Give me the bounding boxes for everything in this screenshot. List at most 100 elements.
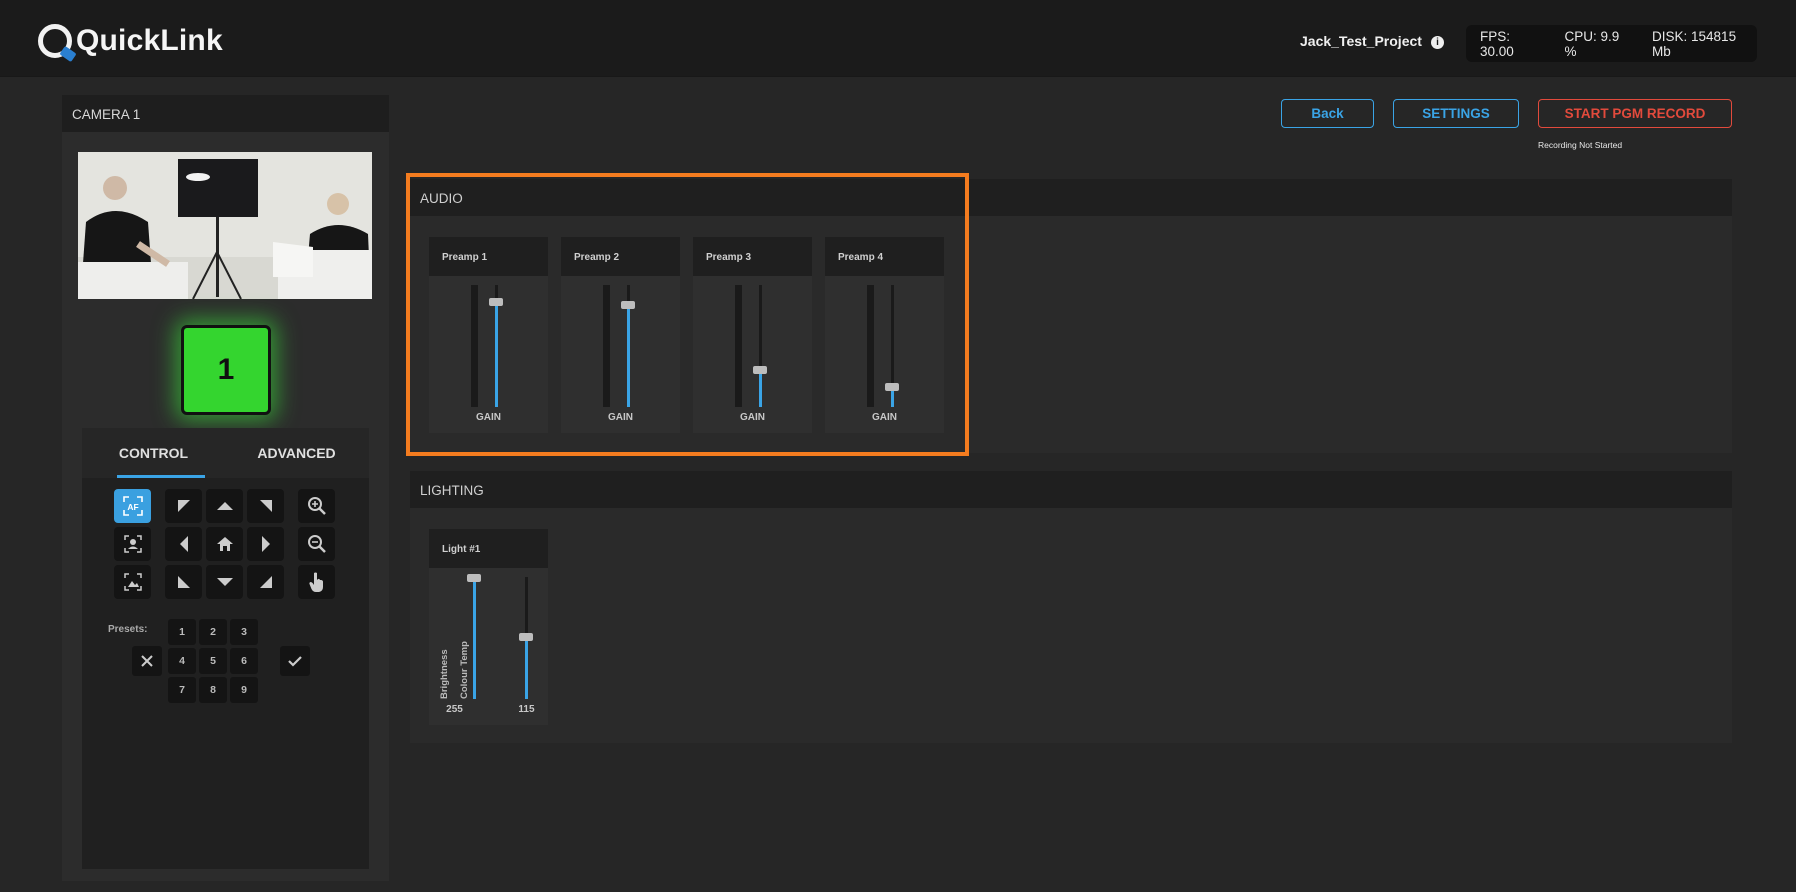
- zoom-in-button[interactable]: [298, 489, 335, 523]
- camera-panel: CAMERA 1 1 CONTROL ADVANCED AF Presets: …: [62, 95, 389, 881]
- checkmark-icon: [288, 656, 302, 667]
- gain-label: GAIN: [476, 412, 501, 423]
- arrow-right-icon: [261, 536, 270, 552]
- camera-preview-image: [78, 152, 372, 299]
- home-icon: [216, 537, 233, 551]
- tilt-down-button[interactable]: [206, 565, 243, 599]
- quicklink-logo: QuickLink: [38, 24, 223, 58]
- hand-pointer-icon: [308, 572, 323, 592]
- preset-7-button[interactable]: 7: [168, 677, 196, 703]
- arrow-down-left-icon: [177, 576, 190, 588]
- audio-channel: Preamp 4 GAIN: [825, 237, 944, 433]
- preset-save-button[interactable]: [280, 646, 310, 676]
- cpu-stat: CPU: 9.9 %: [1564, 28, 1620, 59]
- gain-fill: [627, 305, 630, 407]
- tab-advanced[interactable]: ADVANCED: [225, 428, 368, 478]
- home-position-button[interactable]: [206, 527, 243, 561]
- audio-title: AUDIO: [410, 179, 1732, 216]
- brightness-slider-handle[interactable]: [467, 574, 481, 582]
- preset-clear-button[interactable]: [132, 646, 162, 676]
- light-channel: Light #1 Brightness 255 Colour Temp 115: [429, 529, 548, 725]
- preset-8-button[interactable]: 8: [199, 677, 227, 703]
- preset-6-button[interactable]: 6: [230, 648, 258, 674]
- preset-9-button[interactable]: 9: [230, 677, 258, 703]
- touch-control-button[interactable]: [298, 565, 335, 599]
- preset-1-button[interactable]: 1: [168, 619, 196, 645]
- close-icon: [141, 655, 153, 667]
- level-meter: [735, 285, 742, 407]
- project-name: Jack_Test_Project: [1300, 33, 1422, 49]
- lighting-title: LIGHTING: [410, 471, 1732, 508]
- channel-name: Preamp 3: [693, 237, 812, 276]
- zoom-out-icon: [307, 535, 326, 553]
- af-label: AF: [127, 502, 138, 512]
- record-status: Recording Not Started: [1538, 140, 1623, 150]
- pan-left-button[interactable]: [165, 527, 202, 561]
- arrow-up-right-icon: [259, 500, 272, 512]
- disk-stat: DISK: 154815 Mb: [1652, 28, 1737, 59]
- arrow-up-icon: [216, 502, 233, 510]
- control-tabs: CONTROL ADVANCED: [82, 428, 369, 478]
- audio-section: AUDIO Preamp 1 GAIN Preamp 2 GAIN Preamp…: [410, 179, 1732, 453]
- gain-label: GAIN: [740, 412, 765, 423]
- autofocus-button[interactable]: AF: [114, 489, 151, 523]
- audio-channel: Preamp 3 GAIN: [693, 237, 812, 433]
- colour-temp-value: 115: [518, 704, 535, 715]
- zoom-in-icon: [307, 497, 326, 515]
- level-meter: [603, 285, 610, 407]
- autofocus-icon: AF: [122, 496, 143, 516]
- start-record-button[interactable]: START PGM RECORD: [1538, 99, 1732, 128]
- brightness-label: Brightness: [439, 649, 450, 699]
- gain-fill: [495, 302, 498, 407]
- pan-right-button[interactable]: [247, 527, 284, 561]
- lighting-section: LIGHTING Light #1 Brightness 255 Colour …: [410, 471, 1732, 743]
- gain-slider-handle[interactable]: [885, 383, 899, 391]
- pan-down-left-button[interactable]: [165, 565, 202, 599]
- presets-label: Presets:: [108, 624, 148, 635]
- colour-temp-slider-handle[interactable]: [519, 633, 533, 641]
- top-bar: QuickLink Jack_Test_Project i FPS: 30.00…: [0, 0, 1796, 77]
- tab-control[interactable]: CONTROL: [82, 428, 225, 478]
- active-tab-indicator: [117, 475, 205, 478]
- gain-slider-handle[interactable]: [489, 298, 503, 306]
- light-name: Light #1: [429, 529, 548, 568]
- gain-slider-handle[interactable]: [753, 366, 767, 374]
- brightness-fill: [473, 577, 476, 699]
- gain-fill: [759, 370, 762, 407]
- logo-icon: [38, 24, 72, 58]
- pan-up-right-button[interactable]: [247, 489, 284, 523]
- gain-label: GAIN: [608, 412, 633, 423]
- logo-text: QuickLink: [76, 24, 223, 57]
- preset-5-button[interactable]: 5: [199, 648, 227, 674]
- gain-slider-handle[interactable]: [621, 301, 635, 309]
- info-icon[interactable]: i: [1431, 36, 1444, 49]
- arrow-down-icon: [216, 578, 233, 586]
- settings-button[interactable]: SETTINGS: [1393, 99, 1519, 128]
- colour-temp-label: Colour Temp: [459, 641, 470, 699]
- gain-label: GAIN: [872, 412, 897, 423]
- audio-channel: Preamp 1 GAIN: [429, 237, 548, 433]
- tally-button[interactable]: 1: [181, 325, 271, 415]
- face-focus-icon: [123, 535, 142, 553]
- fps-stat: FPS: 30.00: [1480, 28, 1514, 59]
- arrow-left-icon: [179, 536, 188, 552]
- system-stats: FPS: 30.00 CPU: 9.9 % DISK: 154815 Mb: [1466, 25, 1757, 62]
- pan-down-right-button[interactable]: [247, 565, 284, 599]
- audio-channel: Preamp 2 GAIN: [561, 237, 680, 433]
- colour-temp-fill: [525, 637, 528, 699]
- preset-3-button[interactable]: 3: [230, 619, 258, 645]
- focus-tracking-button[interactable]: [114, 527, 151, 561]
- back-button[interactable]: Back: [1281, 99, 1374, 128]
- camera-title: CAMERA 1: [62, 95, 389, 132]
- level-meter: [471, 285, 478, 407]
- preset-2-button[interactable]: 2: [199, 619, 227, 645]
- camera-control-box: CONTROL ADVANCED AF Presets: 1 2 3 4 5 6…: [82, 428, 369, 869]
- pan-up-left-button[interactable]: [165, 489, 202, 523]
- scene-focus-button[interactable]: [114, 565, 151, 599]
- landscape-focus-icon: [123, 573, 142, 591]
- preset-4-button[interactable]: 4: [168, 648, 196, 674]
- channel-name: Preamp 1: [429, 237, 548, 276]
- tilt-up-button[interactable]: [206, 489, 243, 523]
- arrow-down-right-icon: [259, 576, 272, 588]
- zoom-out-button[interactable]: [298, 527, 335, 561]
